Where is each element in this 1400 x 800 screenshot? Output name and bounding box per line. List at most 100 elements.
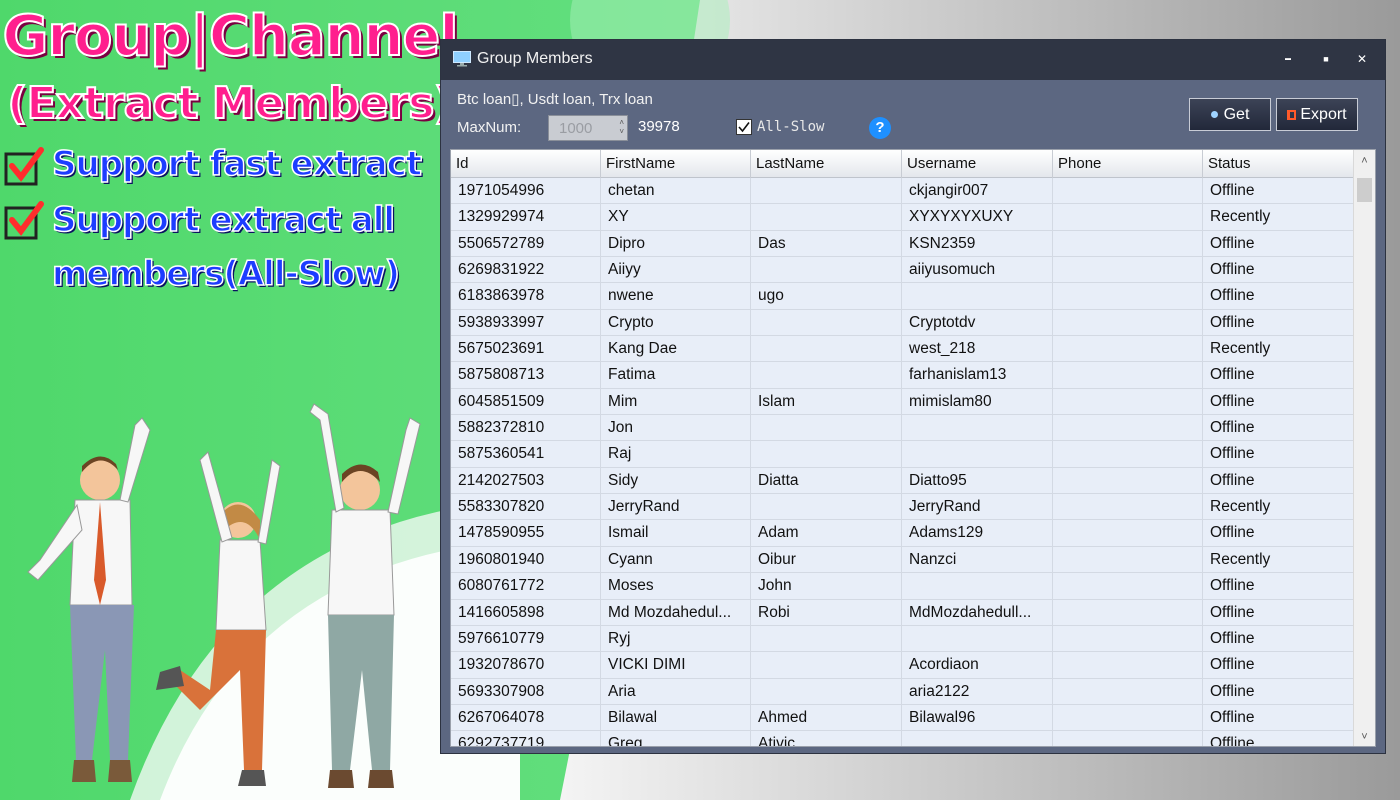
cell-id: 1329929974 [451,204,601,231]
column-header-lastname[interactable]: LastName [751,150,902,178]
maximize-button[interactable]: ■ [1313,48,1339,70]
table-row[interactable]: 1971054996 chetan ckjangir007 Offline [451,178,1355,205]
cell-lastname [751,652,902,679]
cell-phone [1053,520,1203,547]
scroll-up-icon[interactable]: ˄ [1354,150,1375,172]
cell-phone [1053,573,1203,600]
table-row[interactable]: 5976610779 Ryj Offline [451,625,1355,653]
cell-lastname: ugo [751,283,902,310]
cell-phone [1053,336,1203,363]
cell-username [902,441,1053,468]
cell-status: Offline [1203,283,1355,310]
cell-id: 5882372810 [451,415,601,442]
scroll-down-icon[interactable]: ˅ [1354,726,1375,746]
minimize-button[interactable]: ▬ [1275,48,1301,70]
monitor-icon [453,51,471,67]
cell-lastname: Ativic [751,731,902,746]
table-row[interactable]: 6292737719 Greg Ativic Offline [451,731,1355,746]
dot-icon [1210,111,1218,119]
table-row[interactable]: 1478590955 Ismail Adam Adams129 Offline [451,520,1355,547]
cell-username: XYXYXYXUXY [902,204,1053,231]
cell-firstname: Aiiyy [601,257,751,284]
cell-phone [1053,415,1203,442]
table-row[interactable]: 6183863978 nwene ugo Offline [451,283,1355,310]
group-name-label: Btc loan▯, Usdt loan, Trx loan [457,91,653,108]
cell-phone [1053,678,1203,705]
cell-status: Recently [1203,494,1355,521]
table-row[interactable]: 6267064078 Bilawal Ahmed Bilawal96 Offline [451,704,1355,732]
cell-id: 5938933997 [451,309,601,336]
table-row[interactable]: 5938933997 Crypto Cryptotdv Offline [451,309,1355,337]
cell-id: 5875360541 [451,441,601,468]
cell-id: 1971054996 [451,178,601,204]
column-header-phone[interactable]: Phone [1053,150,1203,178]
title-bar[interactable]: Group Members ▬ ■ ✕ [441,40,1385,80]
cell-username: MdMozdahedull... [902,599,1053,626]
maxnum-spinner[interactable]: 1000 ˄ ˅ [548,115,628,141]
cell-status: Offline [1203,388,1355,415]
table-row[interactable]: 1329929974 XY XYXYXYXUXY Recently [451,204,1355,231]
table-body: 1971054996 chetan ckjangir007 Offline 132992… [451,178,1355,746]
table-row[interactable]: 5693307908 Aria aria2122 Offline [451,678,1355,705]
allslow-checkbox[interactable] [736,119,752,135]
cell-username: Cryptotdv [902,309,1053,336]
feature-extract-all: Support extract all [51,199,396,241]
cell-id: 6183863978 [451,283,601,310]
get-button[interactable]: Get [1189,98,1271,131]
cell-lastname: Oibur [751,546,902,573]
cell-firstname: nwene [601,283,751,310]
table-row[interactable]: 5583307820 JerryRand JerryRand Recently [451,494,1355,521]
table-row[interactable]: 1932078670 VICKI DIMI Acordiaon Offline [451,652,1355,679]
column-header-firstname[interactable]: FirstName [601,150,751,178]
cell-username [902,731,1053,746]
members-table[interactable]: Id FirstName LastName Username Phone Sta… [450,149,1376,747]
column-header-username[interactable]: Username [902,150,1053,178]
cell-id: 1416605898 [451,599,601,626]
cell-username: aria2122 [902,678,1053,705]
cell-phone [1053,388,1203,415]
cell-firstname: Moses [601,573,751,600]
cell-phone [1053,204,1203,231]
table-row[interactable]: 6045851509 Mim Islam mimislam80 Offline [451,388,1355,416]
cell-id: 2142027503 [451,467,601,494]
table-row[interactable]: 5882372810 Jon Offline [451,415,1355,442]
spinner-arrows-icon[interactable]: ˄ ˅ [619,118,624,136]
cell-username: farhanislam13 [902,362,1053,389]
cell-status: Offline [1203,704,1355,731]
column-header-status[interactable]: Status [1203,150,1355,178]
export-button[interactable]: Export [1276,98,1358,131]
cell-lastname [751,494,902,521]
table-row[interactable]: 5506572789 Dipro Das KSN2359 Offline [451,230,1355,258]
close-button[interactable]: ✕ [1349,48,1375,70]
allslow-label[interactable]: All-Slow [757,119,824,135]
cell-phone [1053,652,1203,679]
table-row[interactable]: 6269831922 Aiiyy aiiyusomuch Offline [451,257,1355,284]
cell-lastname [751,257,902,284]
cell-id: 6045851509 [451,388,601,415]
cell-firstname: Aria [601,678,751,705]
cell-username: JerryRand [902,494,1053,521]
cell-phone [1053,178,1203,204]
cell-status: Offline [1203,362,1355,389]
cell-status: Recently [1203,336,1355,363]
cell-username [902,573,1053,600]
scroll-thumb[interactable] [1357,178,1372,202]
vertical-scrollbar[interactable]: ˄ ˅ [1353,150,1375,746]
table-row[interactable]: 6080761772 Moses John Offline [451,573,1355,600]
table-row[interactable]: 5875808713 Fatima farhanislam13 Offline [451,362,1355,389]
feature-extract-all-line2: members(All-Slow) [51,253,401,295]
cell-lastname [751,415,902,442]
table-row[interactable]: 5875360541 Raj Offline [451,441,1355,468]
cell-phone [1053,283,1203,310]
cell-lastname [751,178,902,204]
table-row[interactable]: 1960801940 Cyann Oibur Nanzci Recently [451,546,1355,574]
column-header-id[interactable]: Id [451,150,601,178]
cell-lastname [751,441,902,468]
help-icon[interactable]: ? [869,117,891,139]
table-row[interactable]: 1416605898 Md Mozdahedul... Robi MdMozdahed… [451,599,1355,626]
table-row[interactable]: 2142027503 Sidy Diatta Diatto95 Offline [451,467,1355,495]
table-row[interactable]: 5675023691 Kang Dae west_218 Recently [451,336,1355,363]
cell-phone [1053,230,1203,257]
cell-status: Recently [1203,204,1355,231]
cell-phone [1053,257,1203,284]
